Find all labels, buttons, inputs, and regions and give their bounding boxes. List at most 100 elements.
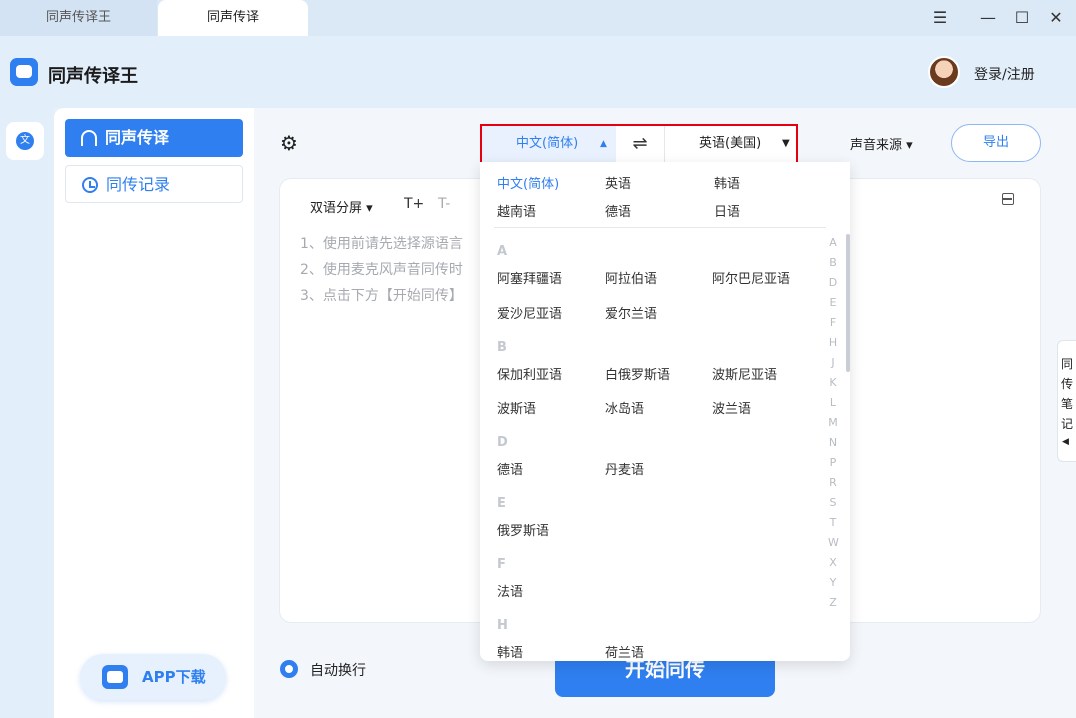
alphabet-index-letter[interactable]: B	[828, 256, 838, 269]
export-button[interactable]: 导出	[951, 124, 1041, 162]
rail-translate-button[interactable]: 文	[6, 122, 44, 160]
language-option[interactable]: 荷兰语	[605, 642, 644, 661]
group-letter: B	[497, 340, 507, 355]
maximize-icon[interactable]: ☐	[1012, 8, 1032, 28]
language-option[interactable]: 日语	[714, 201, 740, 220]
dropdown-scrollbar[interactable]	[846, 234, 850, 372]
group-letter: E	[497, 496, 506, 511]
target-language-label: 英语(美国)	[699, 136, 762, 151]
alphabet-index-letter[interactable]: Y	[828, 576, 838, 589]
notes-tab-char: 笔	[1060, 397, 1073, 411]
language-option[interactable]: 爱尔兰语	[605, 303, 657, 322]
source-language-dropdown: 中文(简体) 英语 韩语 越南语 德语 日语 A 阿塞拜疆语 阿拉伯语 阿尔巴尼…	[480, 162, 850, 661]
sidebar-item-label: 同传记录	[106, 175, 171, 194]
language-option[interactable]: 波兰语	[712, 398, 751, 417]
language-option[interactable]: 韩语	[714, 173, 740, 192]
alphabet-index-letter[interactable]: A	[828, 236, 838, 249]
app-logo-icon	[10, 58, 38, 86]
avatar[interactable]	[928, 56, 960, 88]
alphabet-index-letter[interactable]: W	[828, 536, 839, 549]
language-option[interactable]: 德语	[497, 459, 523, 478]
login-register-link[interactable]: 登录/注册	[974, 64, 1035, 84]
notes-tab-char: 记	[1060, 417, 1073, 431]
group-letter: H	[497, 618, 508, 633]
alphabet-index-letter[interactable]: X	[828, 556, 838, 569]
group-letter: D	[497, 435, 508, 450]
language-selector: 中文(简体) ▲ ⇌ 英语(美国) ▼	[480, 124, 798, 164]
group-letter: A	[497, 244, 508, 259]
icon-rail: 文	[0, 108, 54, 718]
source-language-select[interactable]: 中文(简体)	[482, 126, 616, 162]
sound-source-dropdown[interactable]: 声音来源 ▾	[850, 134, 913, 153]
alphabet-index-letter[interactable]: E	[828, 296, 838, 309]
hint-line: 2、使用麦克风声音同传时	[300, 262, 463, 278]
notes-side-tab[interactable]: 同 传 笔 记 ◀	[1057, 340, 1076, 462]
alphabet-index-letter[interactable]: M	[828, 416, 838, 429]
layout-toggle-icon[interactable]	[1002, 193, 1014, 205]
language-option[interactable]: 波斯尼亚语	[712, 364, 777, 383]
language-option[interactable]: 冰岛语	[605, 398, 644, 417]
source-language-label: 中文(简体)	[516, 136, 579, 151]
alphabet-index-letter[interactable]: S	[828, 496, 838, 509]
language-option[interactable]: 德语	[605, 201, 631, 220]
language-option[interactable]: 法语	[497, 581, 523, 600]
headphone-icon	[81, 130, 97, 146]
language-option[interactable]: 阿塞拜疆语	[497, 268, 562, 287]
display-mode-dropdown[interactable]: 双语分屏 ▾	[310, 197, 373, 216]
swap-languages-icon[interactable]: ⇌	[618, 126, 662, 162]
alphabet-index-letter[interactable]: H	[828, 336, 838, 349]
auto-wrap-label: 自动换行	[310, 663, 366, 679]
minimize-icon[interactable]: —	[978, 8, 998, 28]
alphabet-index-letter[interactable]: R	[828, 476, 838, 489]
sidebar-item-simultaneous[interactable]: 同声传译	[65, 119, 243, 157]
app-logo-icon	[102, 665, 128, 689]
chevron-left-icon: ◀	[1062, 437, 1069, 447]
language-option[interactable]: 阿拉伯语	[605, 268, 657, 287]
alphabet-index-letter[interactable]: N	[828, 436, 838, 449]
group-letter: F	[497, 557, 506, 572]
notes-tab-char: 传	[1060, 377, 1073, 391]
language-option[interactable]: 英语	[605, 173, 631, 192]
tab-app-home[interactable]: 同声传译王	[0, 0, 157, 36]
language-option[interactable]: 韩语	[497, 642, 523, 661]
chevron-down-icon: ▼	[782, 138, 790, 149]
alphabet-index-letter[interactable]: K	[828, 376, 838, 389]
language-option[interactable]: 越南语	[497, 201, 536, 220]
tab-simultaneous-interpretation[interactable]: 同声传译	[158, 0, 308, 36]
gear-icon[interactable]: ⚙	[280, 132, 302, 154]
app-download-label: APP下载	[142, 668, 206, 686]
alphabet-index-letter[interactable]: D	[828, 276, 838, 289]
alphabet-index-letter[interactable]: J	[828, 356, 838, 369]
language-option[interactable]: 波斯语	[497, 398, 536, 417]
menu-icon[interactable]: ☰	[930, 8, 950, 28]
tab-bar: 同声传译王 同声传译 ☰ — ☐ ✕	[0, 0, 1076, 36]
language-option[interactable]: 中文(简体)	[497, 173, 559, 192]
font-decrease-button[interactable]: T-	[438, 196, 450, 212]
alphabet-index-letter[interactable]: P	[828, 456, 838, 469]
language-option[interactable]: 丹麦语	[605, 459, 644, 478]
app-header: 同声传译王 登录/注册	[0, 36, 1076, 108]
close-icon[interactable]: ✕	[1046, 8, 1066, 28]
language-option[interactable]: 阿尔巴尼亚语	[712, 268, 790, 287]
font-increase-button[interactable]: T+	[404, 196, 424, 212]
translate-icon: 文	[16, 132, 34, 150]
language-option[interactable]: 俄罗斯语	[497, 520, 549, 539]
alphabet-index-letter[interactable]: T	[828, 516, 838, 529]
notes-tab-char: 同	[1060, 357, 1073, 371]
divider	[494, 227, 826, 228]
app-download-button[interactable]: APP下载	[80, 654, 226, 700]
hint-line: 1、使用前请先选择源语言	[300, 236, 463, 252]
language-option[interactable]: 白俄罗斯语	[605, 364, 670, 383]
alphabet-index-letter[interactable]: L	[828, 396, 838, 409]
alphabet-index-letter[interactable]: Z	[828, 596, 838, 609]
language-option[interactable]: 保加利亚语	[497, 364, 562, 383]
auto-wrap-radio[interactable]	[280, 660, 298, 678]
alphabet-index-letter[interactable]: F	[828, 316, 838, 329]
clock-icon	[82, 177, 98, 193]
language-option[interactable]: 爱沙尼亚语	[497, 303, 562, 322]
target-language-select[interactable]: 英语(美国)	[664, 126, 796, 162]
sidebar-item-records[interactable]: 同传记录	[65, 165, 243, 203]
app-title: 同声传译王	[48, 66, 138, 87]
sidebar: 同声传译 同传记录 APP下载	[54, 108, 254, 718]
sidebar-item-label: 同声传译	[105, 128, 170, 147]
